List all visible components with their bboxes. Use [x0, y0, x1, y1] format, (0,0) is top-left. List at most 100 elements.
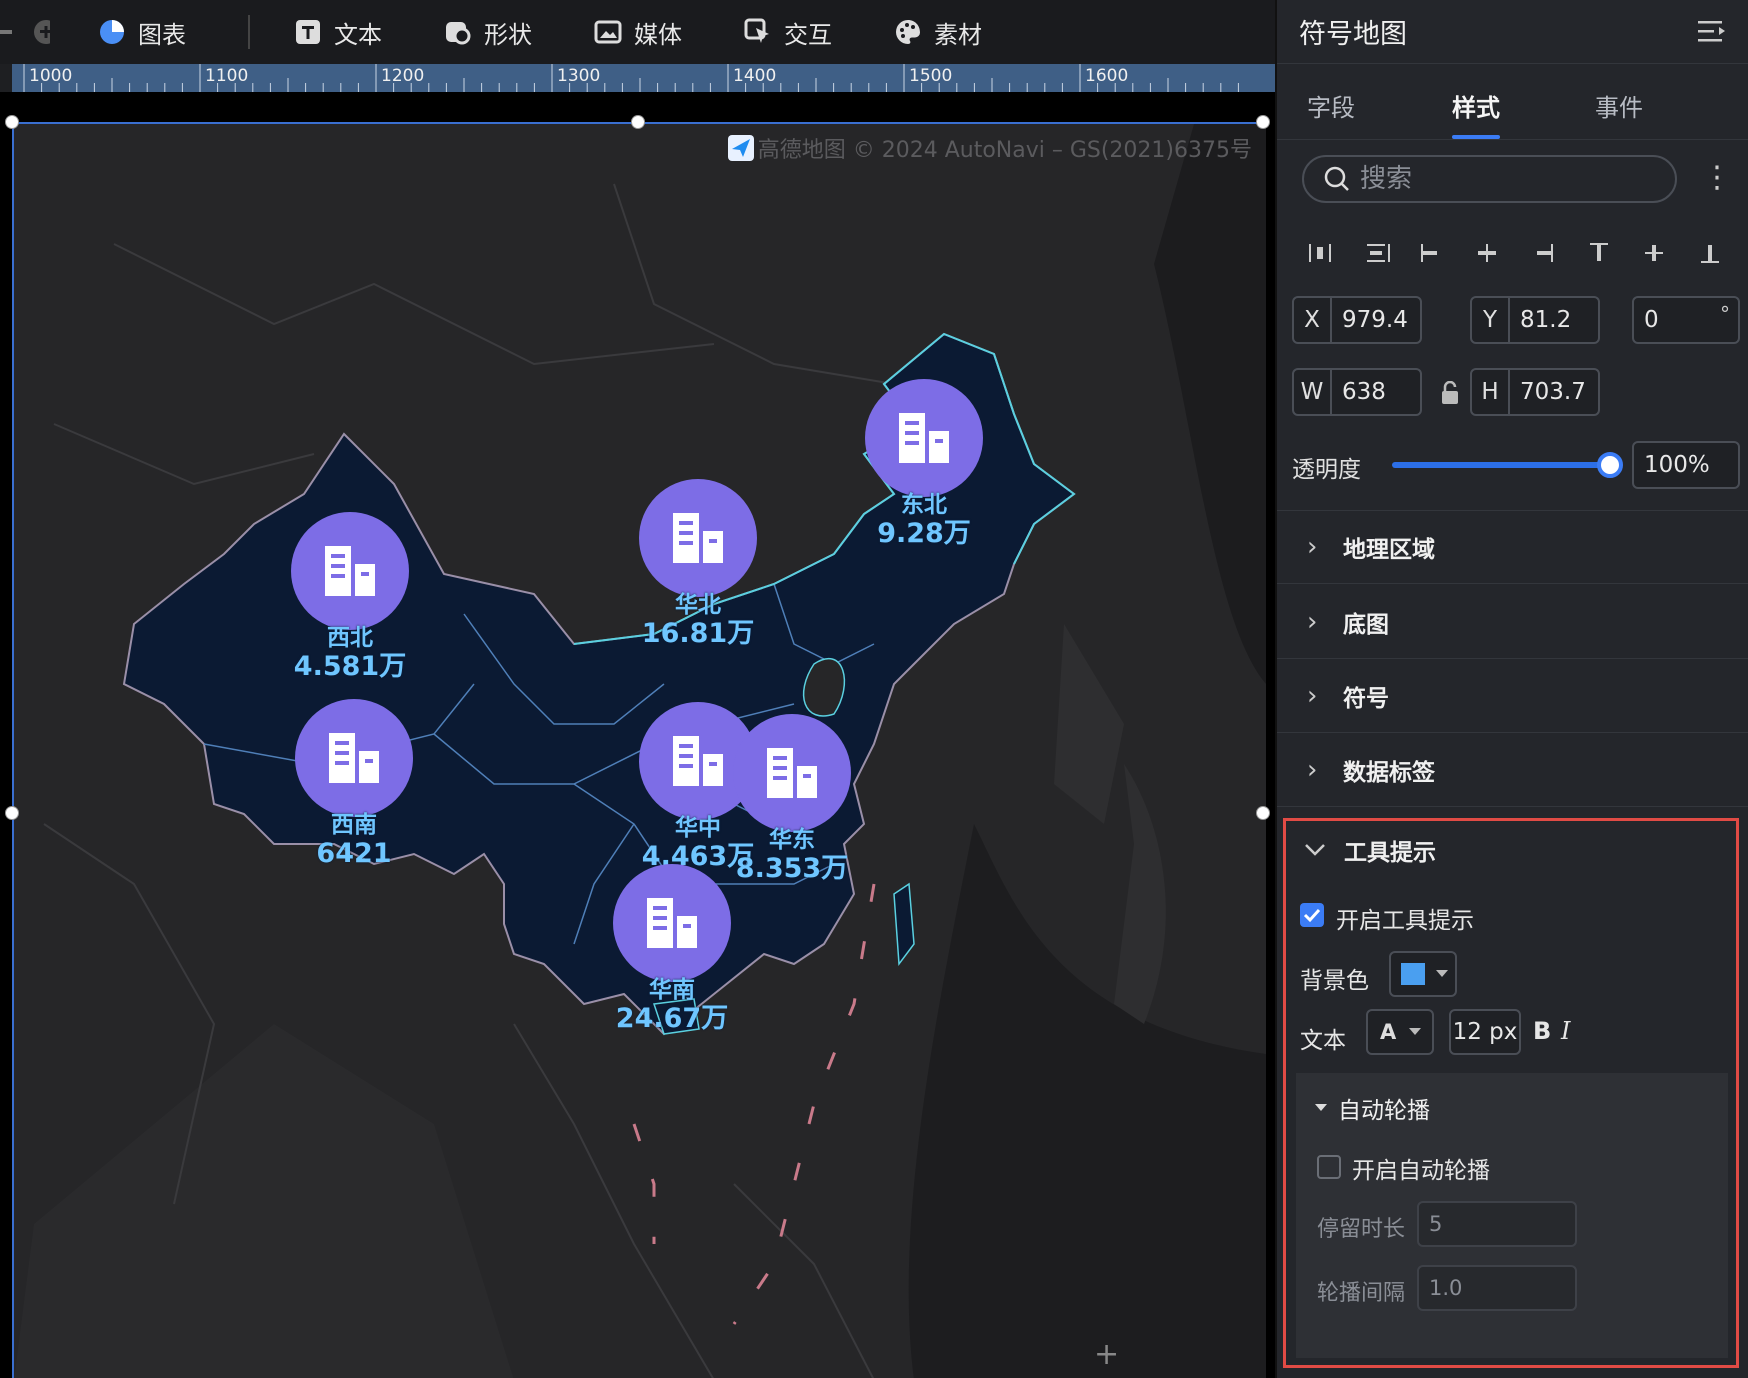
- toolbar-shape-button[interactable]: 形状: [444, 15, 532, 50]
- tab-fields[interactable]: 字段: [1307, 88, 1355, 123]
- toolbar-shape-label: 形状: [484, 20, 532, 49]
- tooltip-section: 工具提示 开启工具提示 背景色 文本 A 12 px B I 自动轮播 开启自动…: [1283, 818, 1739, 1368]
- amap-logo-icon: [727, 135, 754, 161]
- italic-toggle[interactable]: I: [1561, 1017, 1570, 1045]
- caret-down-icon: [1315, 1104, 1327, 1111]
- distribute-horizontal-icon[interactable]: [1305, 238, 1335, 268]
- resize-handle-top-center[interactable]: [631, 115, 645, 129]
- symbol-map-component[interactable]: + 高德地图 © 2024 AutoNavi – GS(2021)6375号 东…: [12, 122, 1266, 1378]
- region-marker-huanan[interactable]: 华南 24.67万: [582, 864, 762, 1034]
- resize-handle-top-right[interactable]: [1256, 115, 1270, 129]
- ruler-label: 1300: [557, 66, 600, 86]
- degree-symbol: °: [1720, 302, 1730, 326]
- region-marker-huabei[interactable]: 华北 16.81万: [608, 479, 788, 649]
- building-icon: [639, 479, 757, 597]
- interval-input[interactable]: 1.0: [1417, 1265, 1577, 1311]
- lock-aspect-icon[interactable]: [1440, 381, 1460, 405]
- section-symbol[interactable]: › 符号: [1277, 659, 1748, 733]
- tab-events[interactable]: 事件: [1595, 88, 1643, 123]
- region-name: 华东: [769, 827, 815, 853]
- toolbar-material-button[interactable]: 素材: [894, 15, 982, 50]
- bg-color-label: 背景色: [1300, 968, 1369, 994]
- ruler-label: 1100: [205, 66, 248, 86]
- bg-color-picker[interactable]: [1389, 951, 1457, 997]
- autoplay-header[interactable]: 自动轮播: [1314, 1091, 1430, 1125]
- opacity-slider-track[interactable]: [1392, 462, 1608, 468]
- region-marker-xibei[interactable]: 西北 4.581万: [260, 512, 440, 682]
- more-options-icon[interactable]: ⋮: [1702, 160, 1732, 195]
- interval-label: 轮播间隔: [1317, 1281, 1406, 1306]
- distribute-vertical-icon[interactable]: [1361, 238, 1391, 268]
- section-basemap[interactable]: › 底图: [1277, 585, 1748, 659]
- section-title: 符号: [1343, 685, 1389, 712]
- building-icon: [291, 512, 409, 630]
- h-label: H: [1472, 370, 1510, 414]
- y-label: Y: [1472, 298, 1510, 342]
- zoom-controls-icon[interactable]: [0, 12, 50, 52]
- resize-handle-top-left[interactable]: [5, 115, 19, 129]
- region-marker-huadong[interactable]: 华东 8.353万: [702, 714, 882, 884]
- align-center-horizontal-icon[interactable]: [1472, 238, 1502, 268]
- h-value[interactable]: 703.7: [1510, 379, 1586, 405]
- chevron-right-icon: ›: [1307, 754, 1318, 785]
- tooltip-section-header[interactable]: 工具提示: [1304, 833, 1436, 867]
- align-bottom-icon[interactable]: [1695, 238, 1725, 268]
- region-marker-dongbei[interactable]: 东北 9.28万: [834, 379, 1014, 549]
- section-title: 底图: [1343, 611, 1389, 638]
- bg-color-swatch: [1401, 963, 1425, 985]
- rotation-field[interactable]: 0 °: [1632, 296, 1740, 344]
- y-field[interactable]: Y 81.2: [1470, 296, 1600, 344]
- tab-style[interactable]: 样式: [1452, 88, 1500, 123]
- resize-handle-middle-right[interactable]: [1256, 806, 1270, 820]
- search-box[interactable]: [1302, 155, 1677, 203]
- autoplay-subsection: 自动轮播 开启自动轮播 停留时长 5 轮播间隔 1.0: [1296, 1073, 1728, 1358]
- x-value[interactable]: 979.4: [1332, 307, 1408, 333]
- section-title: 地理区域: [1343, 537, 1435, 563]
- section-geo-region[interactable]: › 地理区域: [1277, 510, 1748, 584]
- map-credit-text: 高德地图 © 2024 AutoNavi – GS(2021)6375号: [757, 138, 1252, 163]
- palette-icon: [896, 20, 920, 44]
- h-field[interactable]: H 703.7: [1470, 368, 1600, 416]
- toolbar-media-button[interactable]: 媒体: [594, 15, 682, 50]
- region-marker-xinan[interactable]: 西南 6421: [264, 699, 444, 869]
- w-field[interactable]: W 638: [1292, 368, 1422, 416]
- property-panel: 符号地图 字段 样式 事件 ⋮ X 979.4 Y: [1275, 0, 1748, 1378]
- region-value: 6421: [316, 838, 392, 869]
- toolbar-interaction-label: 交互: [784, 20, 832, 49]
- enable-tooltip-checkbox[interactable]: [1300, 903, 1324, 927]
- toolbar-interaction-button[interactable]: 交互: [744, 15, 832, 50]
- dwell-time-input[interactable]: 5: [1417, 1201, 1577, 1247]
- opacity-slider-handle[interactable]: [1597, 452, 1623, 478]
- align-left-icon[interactable]: [1416, 238, 1446, 268]
- enable-tooltip-label: 开启工具提示: [1336, 908, 1474, 934]
- collapse-panel-icon[interactable]: [1698, 19, 1726, 45]
- font-color-picker[interactable]: A: [1366, 1009, 1434, 1055]
- editor-canvas[interactable]: + 高德地图 © 2024 AutoNavi – GS(2021)6375号 东…: [0, 92, 1275, 1378]
- opacity-input[interactable]: 100%: [1632, 441, 1740, 489]
- toolbar-chart-label: 图表: [138, 20, 186, 49]
- active-tab-indicator: [1452, 135, 1500, 139]
- ruler-ticks: 1000 1100 1200 1300 1400 1500 1600: [23, 64, 1239, 92]
- text-label: 文本: [1300, 1028, 1346, 1054]
- toolbar-chart-button[interactable]: 图表: [98, 15, 186, 50]
- w-label: W: [1294, 370, 1332, 414]
- ruler-label: 1500: [909, 66, 952, 86]
- app-root: 图表 文本 形状 媒体 交互 素材 1000 1100 1200 1300 1400 15…: [0, 0, 1748, 1378]
- toolbar-text-button[interactable]: 文本: [294, 15, 382, 50]
- font-size-input[interactable]: 12 px: [1449, 1009, 1521, 1055]
- resize-handle-middle-left[interactable]: [5, 806, 19, 820]
- x-field[interactable]: X 979.4: [1292, 296, 1422, 344]
- y-value[interactable]: 81.2: [1510, 307, 1571, 333]
- bold-toggle[interactable]: B: [1533, 1017, 1551, 1045]
- w-value[interactable]: 638: [1332, 379, 1386, 405]
- section-data-label[interactable]: › 数据标签: [1277, 733, 1748, 807]
- align-top-icon[interactable]: [1584, 238, 1614, 268]
- rotation-value[interactable]: 0: [1634, 307, 1659, 333]
- search-input[interactable]: [1360, 164, 1640, 194]
- region-name: 东北: [901, 492, 947, 518]
- align-center-vertical-icon[interactable]: [1639, 238, 1669, 268]
- align-right-icon[interactable]: [1528, 238, 1558, 268]
- enable-autoplay-checkbox[interactable]: [1317, 1155, 1341, 1179]
- toolbar-text-label: 文本: [334, 20, 382, 49]
- enable-autoplay-label: 开启自动轮播: [1352, 1158, 1490, 1184]
